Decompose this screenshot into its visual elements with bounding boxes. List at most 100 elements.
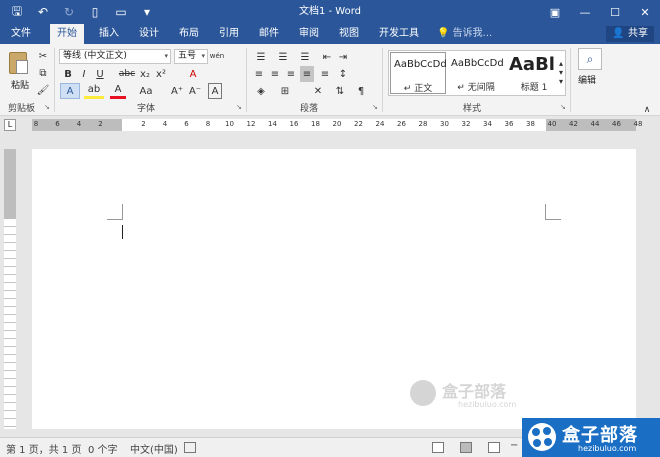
collapse-ribbon-icon[interactable]: ∧ [640,102,654,118]
strikethrough-button[interactable]: abc [118,66,136,82]
chevron-down-icon[interactable]: ▾ [134,0,160,24]
chinese-layout-icon[interactable]: ✕ [310,83,326,99]
zoom-out-icon[interactable]: − [510,440,518,451]
word-count[interactable]: 0 个字 [88,441,118,456]
format-painter-icon[interactable]: 🖌 [36,82,50,98]
save-icon[interactable]: 🖫 [4,0,30,24]
title-bar: 🖫 ↶ ↻ ▯ ▭ ▾ 文档1 - Word ▣ — ☐ ✕ [0,0,660,24]
tab-file[interactable]: 文件 [6,24,36,44]
increase-indent-icon[interactable]: ⇥ [336,49,350,65]
character-border-button[interactable]: A [208,83,222,99]
close-icon[interactable]: ✕ [630,0,660,24]
print-layout-icon[interactable] [460,442,472,453]
distributed-icon[interactable]: ≡ [318,66,332,82]
font-launcher-icon[interactable]: ↘ [236,103,244,111]
style-normal[interactable]: AaBbCcDd ↵ 正文 [390,52,447,94]
multilevel-list-icon[interactable]: ☰ [296,49,314,65]
ruler-number: 34 [483,120,492,128]
highlight-button[interactable]: ab [84,83,104,99]
new-document-icon[interactable]: ▯ [82,0,108,24]
bullets-icon[interactable]: ☰ [252,49,270,65]
styles-scroll-icon[interactable]: ▴ ▾ ▾ [556,52,566,92]
web-layout-icon[interactable] [488,442,500,453]
editing-button[interactable]: ⌕ [578,48,602,70]
change-case-button[interactable]: Aa [136,83,156,99]
tab-design[interactable]: 设计 [134,24,164,44]
shading-icon[interactable]: ◈ [252,83,270,99]
cut-icon[interactable]: ✂ [36,48,50,64]
ribbon-tabs: 文件 开始 插入 设计 布局 引用 邮件 审阅 视图 开发工具 💡 告诉我...… [0,24,660,44]
document-page[interactable] [32,149,636,429]
underline-button[interactable]: U [94,66,106,82]
text-cursor [122,225,123,239]
ruler-ticks [4,219,16,429]
line-spacing-icon[interactable]: ↕ [336,66,350,82]
align-center-icon[interactable]: ≡ [268,66,282,82]
copy-icon[interactable]: ⧉ [36,65,50,81]
tab-layout[interactable]: 布局 [174,24,204,44]
ruler-row: L 8 6 4 2 2 4 6 8 10 12 14 16 18 20 22 24 26 28 30 32 34 36 38… [0,117,660,133]
ruler-number: 18 [311,120,320,128]
tab-selector-icon[interactable]: L [4,119,16,131]
tab-review[interactable]: 审阅 [294,24,324,44]
tab-mailings[interactable]: 邮件 [254,24,284,44]
tab-view[interactable]: 视图 [334,24,364,44]
borders-icon[interactable]: ⊞ [276,83,294,99]
phonetic-guide-button[interactable]: wén [210,48,224,64]
tell-me-box[interactable]: 💡 告诉我... [437,24,492,44]
tab-home[interactable]: 开始 [50,24,84,44]
font-color-button[interactable]: A [110,83,126,99]
align-left-icon[interactable]: ≡ [252,66,266,82]
show-marks-icon[interactable]: ¶ [354,83,368,99]
styles-launcher-icon[interactable]: ↘ [560,103,568,111]
tab-insert[interactable]: 插入 [94,24,124,44]
ruler-number: 12 [246,120,256,128]
superscript-button[interactable]: x² [154,66,168,82]
ruler-number: 26 [397,120,406,128]
watermark-sub: hezibuluo.com [458,400,517,409]
language[interactable]: 中文(中国) [130,441,178,456]
clipboard-launcher-icon[interactable]: ↘ [44,103,52,111]
vertical-ruler[interactable] [4,149,16,429]
justify-icon[interactable]: ≡ [300,66,314,82]
italic-button[interactable]: I [78,66,90,82]
open-icon[interactable]: ▭ [108,0,134,24]
ruler-number: 16 [289,120,299,128]
style-heading-1[interactable]: AaBl 标题 1 [506,52,562,94]
paragraph-launcher-icon[interactable]: ↘ [372,103,380,111]
bold-button[interactable]: B [62,66,74,82]
align-right-icon[interactable]: ≡ [284,66,298,82]
numbering-icon[interactable]: ☰ [274,49,292,65]
grow-font-button[interactable]: A⁺ [170,83,184,99]
clear-formatting-button[interactable]: A [186,66,200,82]
font-name-combo[interactable]: 等线 (中文正文) ▾ [59,49,171,64]
separator [570,48,571,112]
window-controls: ▣ — ☐ ✕ [540,0,660,24]
watermark-logo-icon [410,380,436,406]
font-name-value: 等线 (中文正文) [63,51,127,61]
ruler-number: 48 [633,120,643,128]
redo-icon[interactable]: ↻ [56,0,82,24]
ruler-number: 32 [461,120,471,128]
tab-developer[interactable]: 开发工具 [374,24,424,44]
subscript-button[interactable]: x₂ [138,66,152,82]
share-button[interactable]: 👤 共享 [606,26,654,42]
maximize-icon[interactable]: ☐ [600,0,630,24]
shrink-font-button[interactable]: A⁻ [188,83,202,99]
sort-icon[interactable]: ⇅ [332,83,348,99]
undo-icon[interactable]: ↶ [30,0,56,24]
macro-record-icon[interactable] [184,442,196,453]
ruler-number: 22 [354,120,363,128]
horizontal-ruler[interactable]: 8 6 4 2 2 4 6 8 10 12 14 16 18 20 22 24 26 28 30 32 34 36 38 40… [32,119,642,131]
logo-icon [528,423,556,451]
minimize-icon[interactable]: — [570,0,600,24]
style-no-spacing[interactable]: AaBbCcDd ↵ 无间隔 [448,52,504,94]
font-size-combo[interactable]: 五号 ▾ [174,49,208,64]
page-count[interactable]: 第 1 页，共 1 页 [6,441,81,456]
tab-references[interactable]: 引用 [214,24,244,44]
ribbon-display-icon[interactable]: ▣ [540,0,570,24]
paste-button[interactable]: 粘贴 [6,50,30,98]
text-effects-button[interactable]: A [60,83,80,99]
decrease-indent-icon[interactable]: ⇤ [320,49,334,65]
read-mode-icon[interactable] [432,442,444,453]
